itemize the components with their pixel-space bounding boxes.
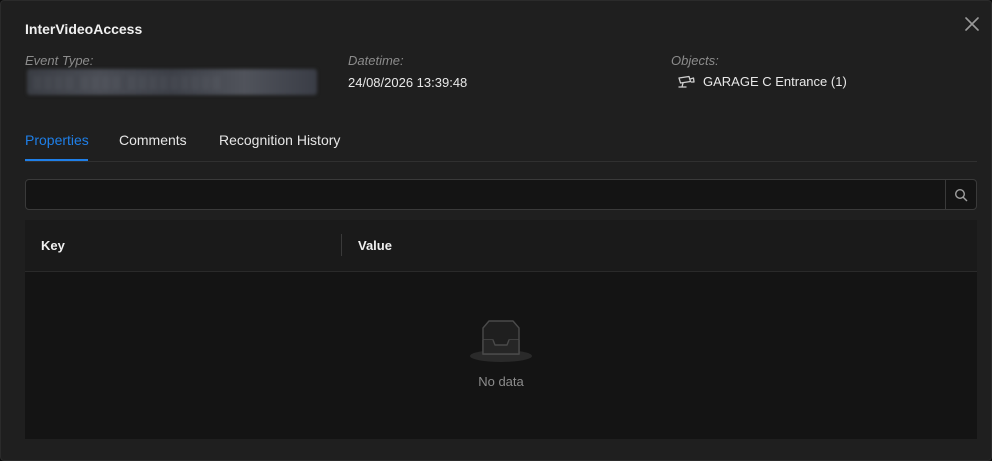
tab-properties[interactable]: Properties [25, 132, 89, 148]
empty-text: No data [478, 374, 524, 389]
search-button[interactable] [945, 180, 976, 209]
search-icon [954, 188, 968, 201]
search-input[interactable] [26, 180, 945, 209]
search-box [25, 179, 977, 210]
modal-title: InterVideoAccess [25, 21, 143, 37]
column-header-key: Key [41, 238, 65, 253]
close-icon [965, 17, 979, 31]
tab-comments[interactable]: Comments [119, 132, 187, 148]
column-header-value: Value [358, 238, 392, 253]
objects-label: Objects: [671, 53, 719, 68]
event-type-label: Event Type: [25, 53, 94, 68]
tab-recognition-history[interactable]: Recognition History [219, 132, 340, 148]
column-divider[interactable] [341, 234, 342, 256]
event-type-value-redacted: ░░░░ ░░░░ ░░░░░░░░░ [27, 69, 317, 95]
empty-state: No data [25, 272, 977, 439]
inbox-icon [470, 320, 532, 362]
camera-icon [678, 75, 695, 88]
event-details-modal: InterVideoAccess Event Type: ░░░░ ░░░░ ░… [0, 0, 992, 461]
datetime-label: Datetime: [348, 53, 404, 68]
table-header: Key Value [25, 220, 977, 272]
datetime-value: 24/08/2026 13:39:48 [348, 75, 468, 90]
object-link[interactable]: GARAGE C Entrance (1) [677, 74, 847, 89]
event-type-value: ░░░░ ░░░░ ░░░░░░░░░ [33, 75, 223, 89]
properties-table: Key Value No data [25, 220, 977, 439]
objects-value: GARAGE C Entrance (1) [703, 74, 847, 89]
close-button[interactable] [961, 13, 983, 35]
active-tab-indicator [25, 159, 88, 161]
tab-bar: Properties Comments Recognition History [25, 127, 977, 162]
